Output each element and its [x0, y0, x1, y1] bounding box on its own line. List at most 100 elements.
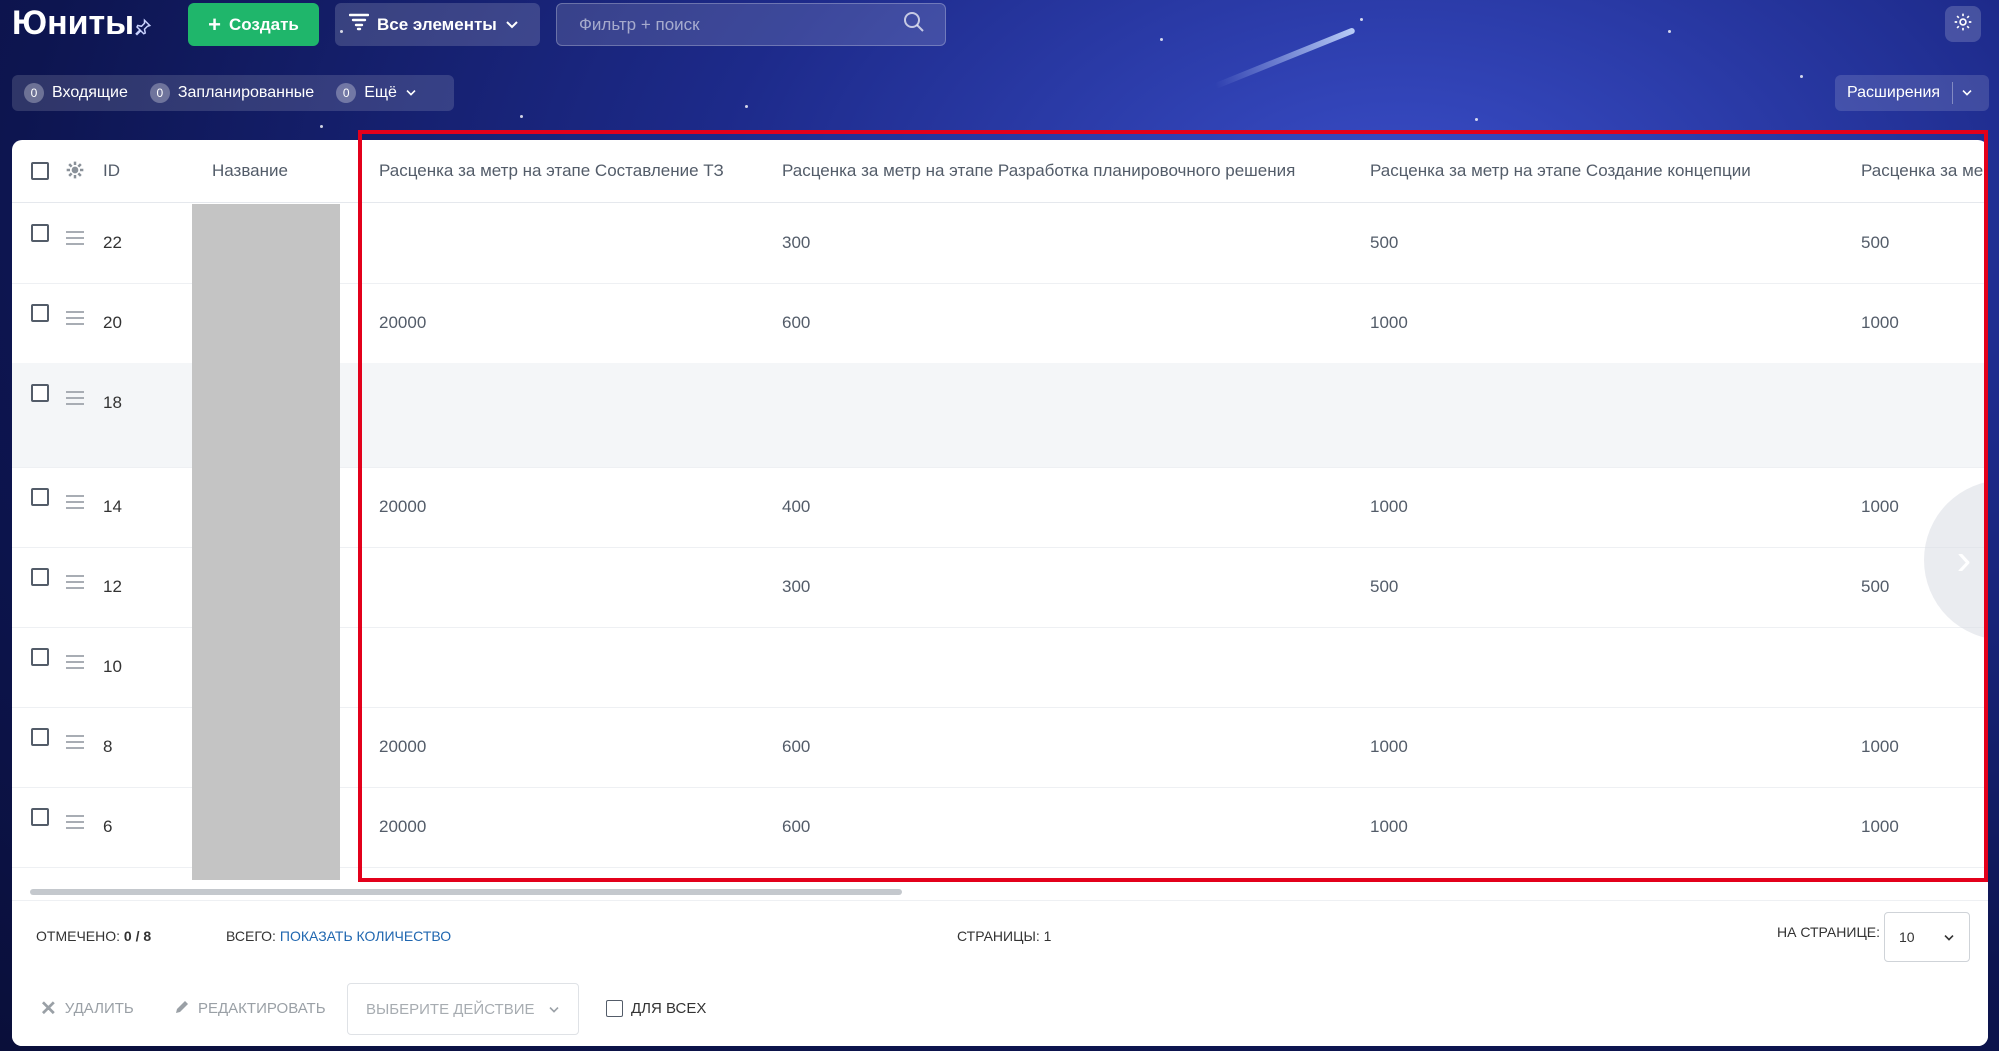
extensions-label: Расширения	[1847, 84, 1941, 101]
cell-rate-tz: 20000	[379, 497, 427, 516]
column-header-rate-tz[interactable]: Расценка за метр на этапе Составление ТЗ	[379, 140, 724, 202]
for-all-checkbox[interactable]	[606, 1000, 623, 1017]
column-settings-icon[interactable]	[65, 160, 85, 185]
row-checkbox[interactable]	[31, 304, 49, 322]
pencil-icon	[174, 999, 190, 1019]
edit-button[interactable]: Редактировать	[174, 971, 326, 1046]
cell-rate-next: 500	[1861, 577, 1890, 596]
cell-rate-planning: 300	[782, 233, 811, 252]
settings-button[interactable]	[1945, 6, 1981, 42]
for-all-label: Для всех	[631, 1000, 707, 1017]
chevron-down-icon	[1961, 84, 1973, 102]
search-input[interactable]	[577, 13, 903, 36]
counter-label: Запланированные	[177, 84, 315, 101]
drag-handle-icon[interactable]	[66, 735, 84, 753]
cell-rate-planning: 600	[782, 313, 811, 332]
counter-badge: 0	[336, 83, 357, 103]
cell-rate-tz: 20000	[379, 737, 427, 756]
selected-count: Отмечено: 0 / 8	[36, 901, 151, 971]
cell-rate-next: 500	[1861, 233, 1890, 252]
chevron-right-icon: ›	[1956, 535, 1972, 584]
drag-handle-icon[interactable]	[66, 495, 84, 513]
per-page-select[interactable]: 10	[1884, 912, 1970, 962]
gear-icon	[1953, 12, 1973, 37]
cell-rate-next: 1000	[1861, 737, 1899, 756]
row-checkbox[interactable]	[31, 568, 49, 586]
cell-rate-concept: 1000	[1370, 737, 1408, 756]
counter-planned[interactable]: 0 Запланированные	[149, 83, 315, 103]
drag-handle-icon[interactable]	[66, 575, 84, 593]
row-checkbox[interactable]	[31, 384, 49, 402]
column-header-name[interactable]: Название	[212, 140, 288, 202]
horizontal-scrollbar[interactable]	[30, 888, 1980, 896]
cell-rate-planning: 400	[782, 497, 811, 516]
for-all-option[interactable]: Для всех	[606, 971, 706, 1046]
show-count-link[interactable]: Показать количество	[280, 928, 451, 944]
cell-rate-next: 1000	[1861, 817, 1899, 836]
total-count: Всего: Показать количество	[226, 901, 451, 971]
drag-handle-icon[interactable]	[66, 391, 84, 409]
cell-id: 20	[103, 313, 122, 332]
delete-label: Удалить	[64, 1000, 134, 1017]
column-header-rate-concept[interactable]: Расценка за метр на этапе Создание конце…	[1370, 140, 1751, 202]
cell-id: 22	[103, 233, 122, 252]
drag-handle-icon[interactable]	[66, 815, 84, 833]
plus-icon: +	[208, 11, 221, 37]
table-header: ID Название Расценка за метр на этапе Со…	[12, 140, 1988, 203]
delete-button[interactable]: ✕ Удалить	[40, 971, 134, 1046]
create-button[interactable]: + Создать	[188, 3, 319, 46]
cell-rate-concept: 1000	[1370, 313, 1408, 332]
row-checkbox[interactable]	[31, 488, 49, 506]
counter-incoming[interactable]: 0 Входящие	[24, 83, 128, 103]
action-select-placeholder: Выберите действие	[366, 1000, 535, 1018]
cell-id: 12	[103, 577, 122, 596]
column-header-id[interactable]: ID	[103, 140, 120, 202]
scrollbar-thumb[interactable]	[30, 889, 902, 895]
selected-count-value: 0 / 8	[123, 928, 152, 944]
cell-id: 10	[103, 657, 122, 676]
cell-rate-tz: 20000	[379, 313, 427, 332]
name-column-redacted	[192, 204, 340, 880]
filter-preset-label: Все элементы	[377, 14, 497, 34]
cell-rate-next: 1000	[1861, 497, 1899, 516]
table-footer: Отмечено: 0 / 8 Всего: Показать количест…	[12, 900, 1988, 972]
grid-panel: ID Название Расценка за метр на этапе Со…	[12, 140, 1988, 1046]
column-header-rate-next[interactable]: Расценка за ме	[1861, 140, 1983, 202]
search-field[interactable]	[556, 3, 946, 46]
counters-bar: 0 Входящие 0 Запланированные 0 Ещё	[12, 75, 454, 111]
row-checkbox[interactable]	[31, 808, 49, 826]
row-checkbox[interactable]	[31, 648, 49, 666]
drag-handle-icon[interactable]	[66, 655, 84, 673]
extensions-button[interactable]: Расширения	[1835, 75, 1989, 111]
cell-rate-concept: 1000	[1370, 817, 1408, 836]
drag-handle-icon[interactable]	[66, 311, 84, 329]
chevron-down-icon	[505, 15, 519, 35]
chevron-down-icon	[1943, 929, 1955, 945]
chevron-down-icon	[405, 84, 417, 102]
create-button-label: Создать	[228, 14, 299, 34]
filter-preset-button[interactable]: Все элементы	[335, 3, 540, 46]
cell-id: 14	[103, 497, 122, 516]
per-page-value: 10	[1899, 929, 1915, 945]
per-page-label: На странице:	[1777, 924, 1881, 940]
row-checkbox[interactable]	[31, 224, 49, 242]
column-header-rate-planning[interactable]: Расценка за метр на этапе Разработка пла…	[782, 140, 1295, 202]
cell-rate-concept: 500	[1370, 233, 1399, 252]
counter-badge: 0	[24, 83, 44, 103]
cell-rate-next: 1000	[1861, 313, 1899, 332]
row-checkbox[interactable]	[31, 728, 49, 746]
cell-id: 18	[103, 393, 122, 412]
drag-handle-icon[interactable]	[66, 231, 84, 249]
select-all-checkbox[interactable]	[31, 162, 49, 180]
chevron-down-icon	[548, 1001, 560, 1018]
cell-rate-concept: 500	[1370, 577, 1399, 596]
counter-more[interactable]: 0 Ещё	[336, 83, 417, 103]
counter-badge: 0	[149, 83, 170, 103]
action-panel: ✕ Удалить Редактировать Выберите действи…	[12, 971, 1988, 1046]
cell-rate-tz: 20000	[379, 817, 427, 836]
action-select[interactable]: Выберите действие	[347, 983, 579, 1035]
search-icon[interactable]	[903, 11, 925, 38]
pin-icon[interactable]	[134, 18, 152, 41]
pages-label: Страницы:	[957, 928, 1040, 944]
counter-label: Входящие	[52, 84, 128, 101]
